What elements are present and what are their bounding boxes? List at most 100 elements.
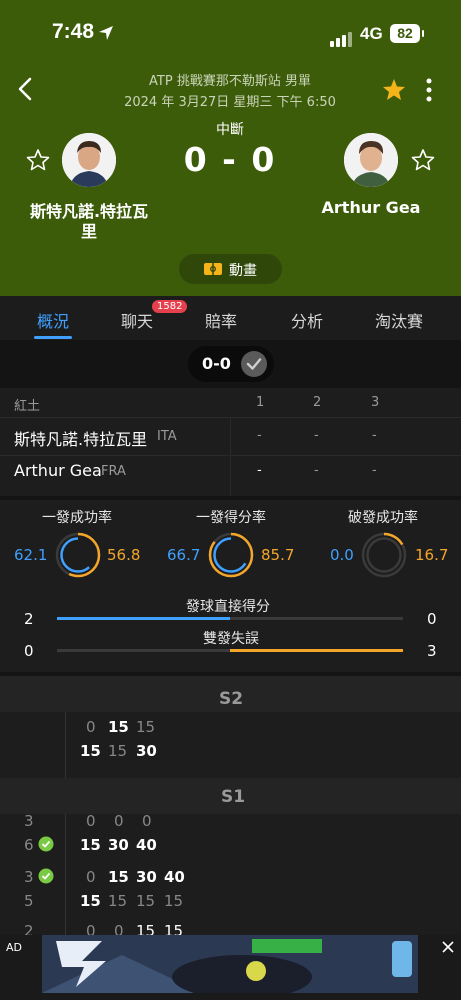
- point-by-point-panel: S2 0 15 15 15 15 30 S1 3 0 0 0 6 15 30 4…: [0, 676, 461, 940]
- table-cell: -: [257, 463, 262, 478]
- tab-bar: 概況 聊天 賠率 分析 淘汰賽: [0, 296, 461, 340]
- set-selector[interactable]: 0-0: [188, 346, 274, 382]
- stat-break-points-p1: 0.0: [330, 546, 354, 564]
- divider: [65, 712, 66, 778]
- favorite-star-icon[interactable]: [382, 78, 406, 101]
- match-status: 中斷: [216, 122, 244, 138]
- chat-count-badge: 1582: [152, 300, 188, 313]
- point-score: 40: [164, 868, 185, 886]
- ad-image[interactable]: [42, 935, 418, 993]
- game-score: 3: [24, 868, 34, 886]
- point-score: 15: [108, 892, 128, 910]
- player2-avatar[interactable]: [344, 133, 398, 187]
- match-datetime: 2024 年 3月27日 星期三 下午 6:50: [124, 95, 336, 110]
- tab-analysis[interactable]: 分析: [282, 308, 332, 332]
- location-arrow-icon: [99, 26, 113, 40]
- set1-label: S1: [221, 787, 246, 807]
- point-score: 0: [114, 812, 124, 830]
- stat-first-serve-points-p1: 66.7: [167, 546, 201, 564]
- table-player2-name[interactable]: Arthur Gea: [14, 461, 102, 480]
- player2-follow-star-icon[interactable]: [411, 148, 435, 171]
- more-menu-icon[interactable]: [424, 77, 434, 103]
- stat-label-break-points: 破發成功率: [348, 510, 418, 526]
- active-tab-indicator: [34, 336, 72, 339]
- table-cell: -: [372, 428, 377, 443]
- player2-name[interactable]: Arthur Gea: [296, 198, 446, 217]
- stat-double-faults-p1: 0: [24, 642, 34, 660]
- point-score: 15: [80, 742, 101, 760]
- divider: [65, 814, 66, 938]
- point-score: 30: [108, 836, 129, 854]
- set-header-2: 2: [313, 395, 322, 410]
- point-score: 15: [80, 836, 101, 854]
- tab-knockout[interactable]: 淘汰賽: [366, 308, 432, 332]
- match-score: 0 - 0: [183, 140, 277, 179]
- stat-double-faults-p2: 3: [427, 642, 437, 660]
- status-bar: 7:48 4G 82: [0, 0, 461, 60]
- table-player2-country: FRA: [101, 464, 126, 479]
- status-time: 7:48: [52, 20, 95, 43]
- donut-first-serve: [55, 532, 101, 578]
- player1-name-line2[interactable]: 里: [14, 218, 164, 242]
- stat-label-double-faults: 雙發失誤: [203, 631, 259, 647]
- game-won-icon: [38, 868, 54, 884]
- table-cell: -: [372, 463, 377, 478]
- point-score: 0: [142, 812, 152, 830]
- point-score: 15: [136, 892, 156, 910]
- stats-panel: 一發成功率 一發得分率 破發成功率 62.1 56.8 66.7 85.7 0.…: [0, 500, 461, 672]
- set-selector-label: 0-0: [202, 354, 231, 373]
- table-cell: -: [314, 463, 319, 478]
- point-score: 0: [86, 812, 96, 830]
- stat-aces-p2: 0: [427, 610, 437, 628]
- stat-aces-p1: 2: [24, 610, 34, 628]
- point-score: 15: [136, 718, 156, 736]
- game-score: 6: [24, 836, 34, 854]
- point-score: 15: [108, 742, 128, 760]
- stat-first-serve-points-p2: 85.7: [261, 546, 295, 564]
- point-score: 0: [86, 718, 96, 736]
- point-score: 15: [108, 718, 129, 736]
- stat-first-serve-p2: 56.8: [107, 546, 141, 564]
- stat-break-points-p2: 16.7: [415, 546, 449, 564]
- score-table: 紅土 1 2 3 斯特凡諾.特拉瓦里 ITA - - - Arthur Gea …: [0, 388, 461, 496]
- animation-label: 動畫: [229, 263, 257, 279]
- donut-break-points: [361, 532, 407, 578]
- player1-follow-star-icon[interactable]: [26, 148, 50, 171]
- event-title: ATP 挑戰賽那不勒斯站 男單: [149, 74, 311, 89]
- tab-overview[interactable]: 概況: [28, 308, 78, 332]
- back-arrow-icon[interactable]: [16, 76, 36, 102]
- game-score: 5: [24, 892, 34, 910]
- point-score: 15: [80, 892, 101, 910]
- match-header: 7:48 4G 82 ATP 挑戰賽那不勒斯站 男單 2024 年 3月27日 …: [0, 0, 461, 296]
- divider: [230, 417, 231, 496]
- point-score: 30: [136, 868, 157, 886]
- aces-bar-p1: [57, 617, 230, 620]
- stat-label-first-serve-points: 一發得分率: [196, 510, 266, 526]
- table-cell: -: [257, 428, 262, 443]
- network-type: 4G: [360, 24, 383, 43]
- tab-odds[interactable]: 賠率: [196, 308, 246, 332]
- player1-avatar[interactable]: [62, 133, 116, 187]
- table-player1-name[interactable]: 斯特凡諾.特拉瓦里: [14, 426, 147, 450]
- point-score: 40: [136, 836, 157, 854]
- table-player1-country: ITA: [157, 429, 177, 444]
- double-faults-bar-p2: [230, 649, 403, 652]
- point-score: 30: [136, 742, 157, 760]
- point-score: 15: [108, 868, 129, 886]
- ad-close-icon[interactable]: [442, 941, 454, 953]
- battery-icon: 82: [390, 24, 420, 43]
- set-header-1: 1: [256, 395, 265, 410]
- animation-button[interactable]: 動畫: [179, 254, 282, 284]
- point-score: 0: [86, 868, 96, 886]
- stat-first-serve-p1: 62.1: [14, 546, 48, 564]
- stat-label-first-serve: 一發成功率: [42, 510, 112, 526]
- donut-first-serve-points: [208, 532, 254, 578]
- set2-label: S2: [219, 689, 244, 709]
- set-header-3: 3: [371, 395, 380, 410]
- table-cell: -: [314, 428, 319, 443]
- ad-label: AD: [6, 941, 22, 954]
- check-circle-icon: [241, 351, 267, 377]
- court-icon: [204, 263, 222, 275]
- ad-banner[interactable]: AD: [0, 935, 461, 1000]
- signal-icon: [330, 28, 354, 47]
